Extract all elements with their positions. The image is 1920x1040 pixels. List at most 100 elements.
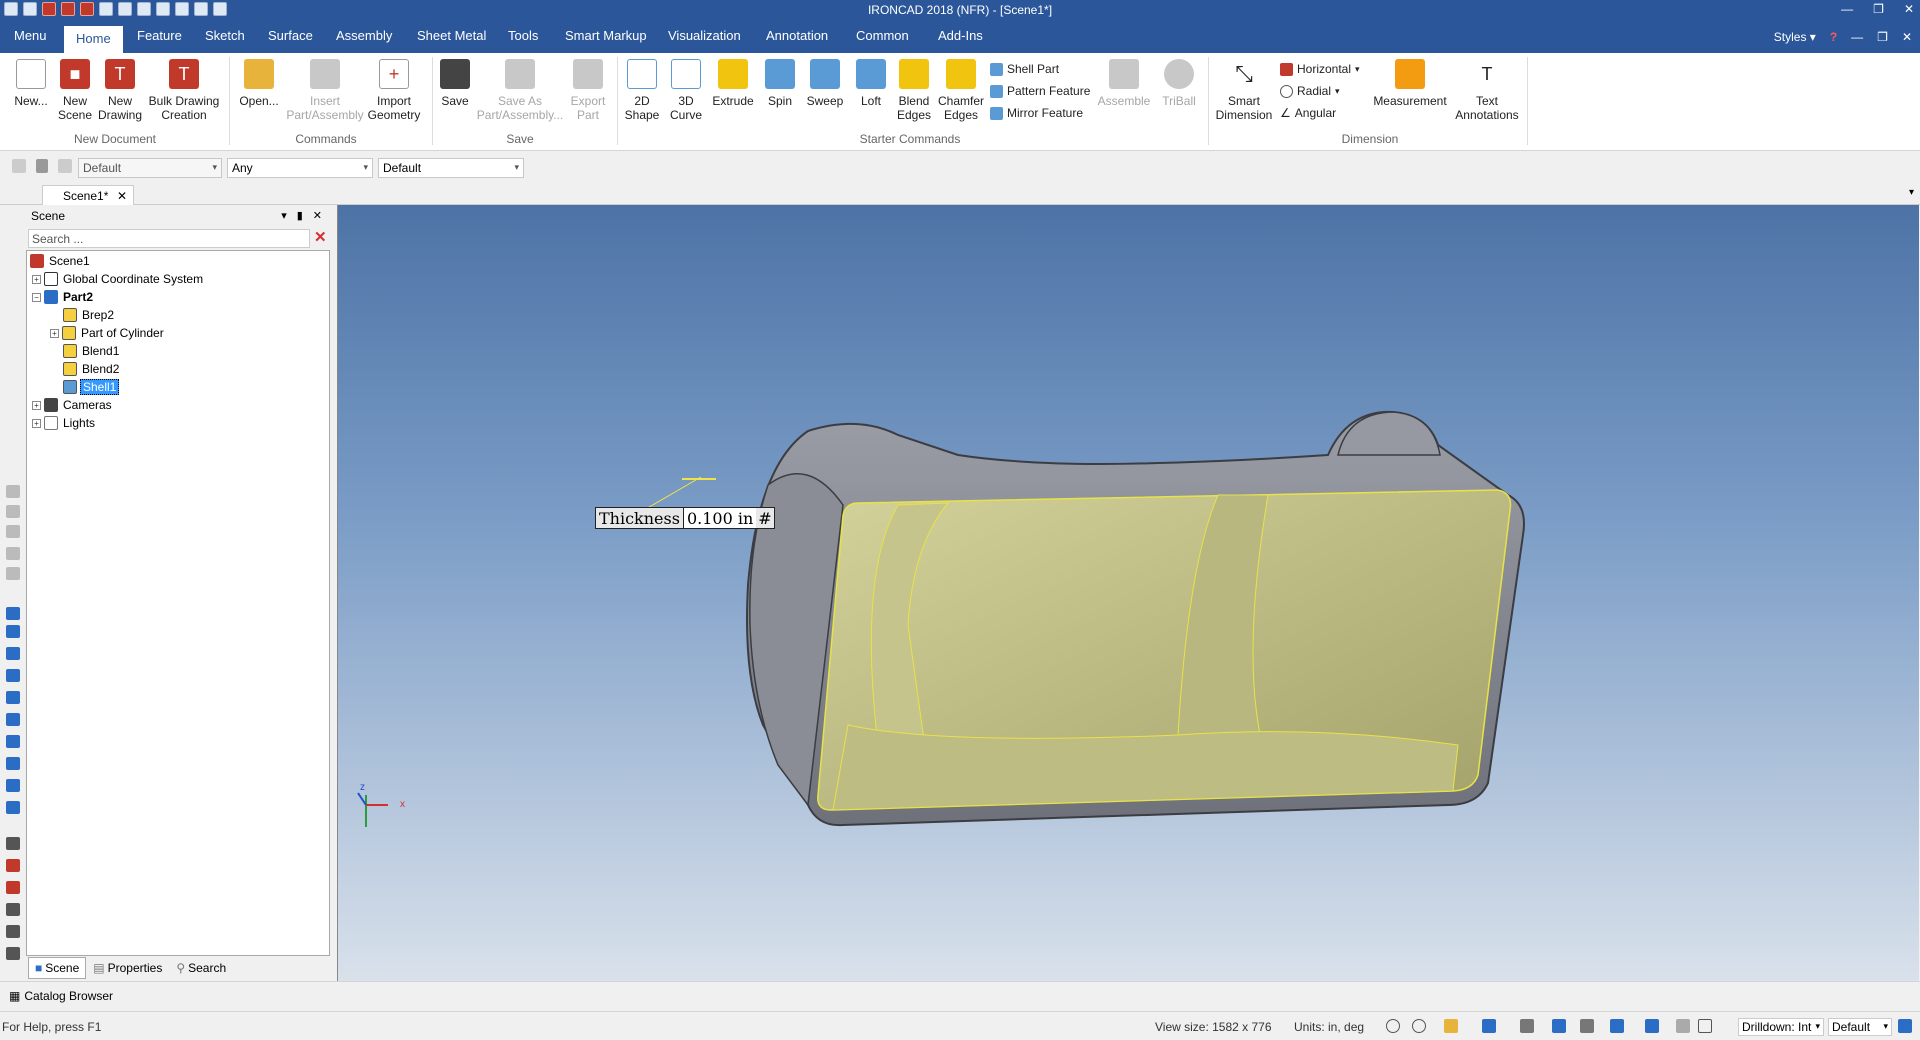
tab-add-ins[interactable]: Add-Ins (938, 28, 983, 43)
left-tool-icon[interactable] (6, 859, 20, 872)
horizontal-dim-button[interactable]: Horizontal ▾ (1280, 62, 1360, 76)
clear-search-icon[interactable]: ✕ (314, 230, 329, 246)
tree-item-part-of-cylinder[interactable]: + Part of Cylinder (50, 325, 166, 341)
tab-search[interactable]: ⚲ Search (169, 957, 233, 979)
thickness-value-field[interactable]: 0.100 in (682, 508, 757, 528)
display-icon[interactable] (1610, 1019, 1624, 1033)
left-tool-icon[interactable] (6, 947, 20, 960)
tab-scene1[interactable]: Scene1* ✕ (42, 185, 134, 205)
assemble-button[interactable]: Assemble (1096, 59, 1152, 108)
left-tool-icon[interactable] (6, 801, 20, 814)
expand-icon[interactable]: + (32, 274, 41, 284)
pointer-select-icon[interactable] (1698, 1019, 1712, 1033)
tab-tools[interactable]: Tools (508, 28, 538, 43)
left-tool-icon[interactable] (6, 881, 20, 894)
tree-item-scene1[interactable]: Scene1 (30, 253, 92, 269)
expand-icon[interactable]: + (32, 418, 41, 428)
bulk-drawing-button[interactable]: T Bulk Drawing Creation (146, 59, 222, 122)
restore-icon[interactable]: ❐ (1873, 2, 1884, 16)
expand-icon[interactable]: + (32, 400, 41, 410)
left-tool-icon[interactable] (6, 713, 20, 726)
measurement-button[interactable]: Measurement (1370, 59, 1450, 108)
expand-icon[interactable]: + (50, 328, 59, 338)
tree-item-blend2[interactable]: Blend2 (63, 361, 121, 377)
shape-2d-button[interactable]: 2D Shape (620, 59, 664, 122)
left-tool-icon[interactable] (6, 647, 20, 660)
left-tool-icon[interactable] (6, 925, 20, 938)
extrude-button[interactable]: Extrude (708, 59, 758, 108)
left-tool-icon[interactable] (6, 691, 20, 704)
radial-dim-button[interactable]: Radial ▾ (1280, 84, 1340, 98)
scene-search-input[interactable]: Search ... (28, 229, 310, 248)
drilldown-combo[interactable]: Drilldown: Int ▾ (1738, 1018, 1824, 1036)
camera-icon[interactable] (1580, 1019, 1594, 1033)
tab-home[interactable]: Home (64, 26, 123, 54)
collapse-icon[interactable]: − (32, 292, 41, 302)
section-icon[interactable] (1645, 1019, 1659, 1033)
chamfer-edges-button[interactable]: Chamfer Edges (936, 59, 986, 122)
tab-menu[interactable]: Menu (14, 28, 47, 43)
style-combo[interactable]: Default ▾ (78, 158, 222, 178)
text-annotations-button[interactable]: T Text Annotations (1452, 59, 1522, 122)
shell-part-button[interactable]: Shell Part (990, 62, 1059, 76)
orbit-icon[interactable] (1520, 1019, 1534, 1033)
smart-dimension-button[interactable]: ⤡ Smart Dimension (1212, 59, 1276, 122)
tab-assembly[interactable]: Assembly (336, 28, 392, 43)
pointer-icon[interactable] (12, 159, 26, 173)
default-style-combo[interactable]: Default ▾ (1828, 1018, 1892, 1036)
tab-list-icon[interactable]: ▾ (1909, 187, 1914, 198)
mirror-feature-button[interactable]: Mirror Feature (990, 106, 1083, 120)
triball-button[interactable]: TriBall (1158, 59, 1200, 108)
tab-properties[interactable]: ▤ Properties (86, 957, 169, 979)
tree-item-shell1[interactable]: Shell1 (63, 379, 120, 395)
angular-dim-button[interactable]: ∠ Angular (1280, 106, 1336, 120)
zoom-icon[interactable] (1386, 1019, 1400, 1033)
tree-item-blend1[interactable]: Blend1 (63, 343, 121, 359)
left-tool-icon[interactable] (6, 567, 20, 580)
styles-menu[interactable]: Styles ▾ (1774, 30, 1816, 44)
view-icon[interactable] (1444, 1019, 1458, 1033)
selection-filter-combo[interactable]: Any ▾ (227, 158, 373, 178)
new-drawing-button[interactable]: T New Drawing (98, 59, 142, 122)
import-geometry-button[interactable]: + Import Geometry (366, 59, 422, 122)
tree-item-cameras[interactable]: + Cameras (32, 397, 114, 413)
insert-part-button[interactable]: Insert Part/Assembly (284, 59, 366, 122)
minimize-ribbon-icon[interactable]: — (1851, 30, 1863, 44)
left-tool-icon[interactable] (6, 485, 20, 498)
tab-annotation[interactable]: Annotation (766, 28, 828, 43)
network-icon[interactable] (1898, 1019, 1912, 1033)
loft-button[interactable]: Loft (851, 59, 891, 108)
tab-scene[interactable]: ■ Scene (28, 957, 87, 979)
pattern-feature-button[interactable]: Pattern Feature (990, 84, 1090, 98)
filter-icon[interactable] (58, 159, 72, 173)
right-lug[interactable] (1337, 411, 1441, 456)
tab-feature[interactable]: Feature (137, 28, 182, 43)
tree-item-part2[interactable]: − Part2 (32, 289, 95, 305)
sweep-button[interactable]: Sweep (803, 59, 847, 108)
close-icon[interactable]: ✕ (313, 209, 322, 222)
tab-smart-markup[interactable]: Smart Markup (565, 28, 647, 43)
tab-sheet-metal[interactable]: Sheet Metal (417, 28, 486, 43)
zoom-window-icon[interactable] (1412, 1019, 1426, 1033)
3d-viewport[interactable]: Thickness 0.100 in # x z (337, 205, 1919, 981)
left-tool-icon[interactable] (6, 669, 20, 682)
tab-visualization[interactable]: Visualization (668, 28, 741, 43)
close-doc-icon[interactable]: ✕ (1902, 30, 1912, 44)
help-icon[interactable]: ? (1830, 30, 1837, 44)
thickness-dimension-box[interactable]: Thickness 0.100 in # (595, 507, 775, 529)
new-scene-button[interactable]: ■ New Scene (54, 59, 96, 122)
left-tool-icon[interactable] (6, 779, 20, 792)
left-tool-icon[interactable] (6, 837, 20, 850)
curve-3d-button[interactable]: 3D Curve (664, 59, 708, 122)
left-tool-icon[interactable] (6, 903, 20, 916)
select-icon[interactable] (36, 159, 48, 173)
save-as-button[interactable]: Save As Part/Assembly... (474, 59, 566, 122)
tree-item-lights[interactable]: + Lights (32, 415, 97, 431)
close-icon[interactable]: ✕ (117, 189, 127, 203)
tab-common[interactable]: Common (856, 28, 909, 43)
left-tool-icon[interactable] (6, 757, 20, 770)
catalog-browser-tab[interactable]: ▦ Catalog Browser (9, 989, 113, 1003)
open-button[interactable]: Open... (236, 59, 282, 108)
new-button[interactable]: New... (10, 59, 52, 108)
minimize-icon[interactable]: — (1841, 2, 1853, 16)
